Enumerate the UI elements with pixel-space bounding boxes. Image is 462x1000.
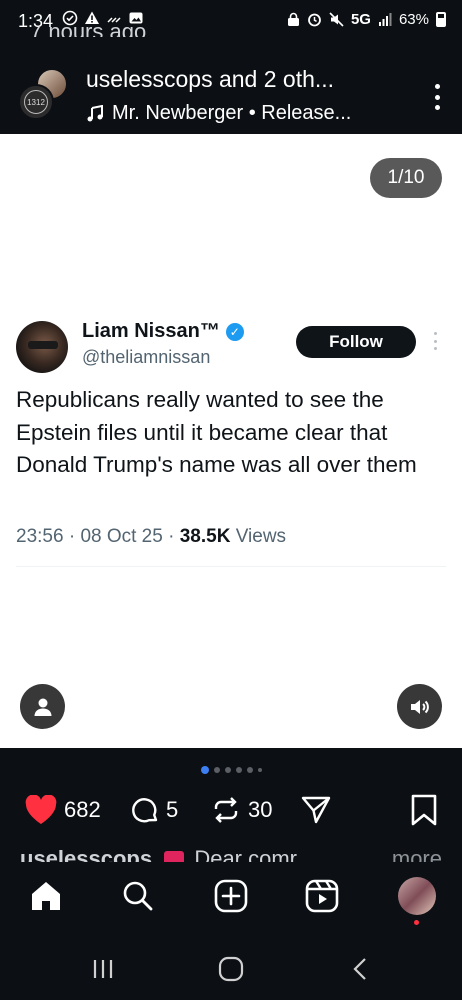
check-circle-icon xyxy=(62,10,78,26)
user-icon xyxy=(34,698,51,716)
share-button[interactable] xyxy=(300,788,332,832)
tweet-more-icon xyxy=(432,332,438,350)
carousel-dot-active xyxy=(201,766,209,774)
warning-icon xyxy=(85,11,99,24)
network-type: 5G xyxy=(350,11,371,28)
tweet-author-handle: @theliamnissan xyxy=(82,347,211,367)
post-authors[interactable]: uselesscops and 2 oth... xyxy=(86,66,334,93)
post-actions: 682 5 30 xyxy=(0,788,462,832)
collab-avatars[interactable]: 1312 xyxy=(18,68,70,120)
audio-attribution[interactable]: Mr. Newberger • Release... xyxy=(86,102,351,125)
home-pill-icon xyxy=(218,956,244,982)
recent-apps-button[interactable] xyxy=(88,954,118,984)
paper-plane-icon xyxy=(301,796,331,824)
nav-reels[interactable] xyxy=(302,876,342,916)
heart-filled-icon xyxy=(25,795,57,824)
audio-label: Mr. Newberger • Release... xyxy=(112,102,352,124)
comment-icon xyxy=(132,798,158,823)
tweet-follow-button: Follow xyxy=(296,326,416,358)
audio-toggle-button[interactable] xyxy=(397,684,442,729)
like-button[interactable]: 682 xyxy=(24,788,101,832)
gallery-icon xyxy=(129,12,143,24)
nav-profile[interactable] xyxy=(397,876,437,916)
verified-badge-icon: ✓ xyxy=(225,322,244,341)
more-options-icon[interactable] xyxy=(432,84,442,110)
home-button[interactable] xyxy=(216,954,246,984)
tweet-meta: 23:56 · 08 Oct 25 · 38.5K Views xyxy=(16,526,287,547)
carousel-counter: 1/10 xyxy=(370,158,442,198)
repost-icon xyxy=(214,797,238,823)
speaker-icon xyxy=(410,699,429,714)
repost-button[interactable]: 30 xyxy=(210,788,272,832)
tweet-divider xyxy=(16,566,446,567)
battery-icon xyxy=(436,12,446,27)
carousel-dots xyxy=(201,766,262,774)
home-filled-icon xyxy=(32,882,60,910)
clipped-post-time: 7 hours ago xyxy=(30,27,146,37)
caption-more-link[interactable]: more xyxy=(392,846,442,862)
author-avatar[interactable]: 1312 xyxy=(18,84,54,120)
mute-icon xyxy=(329,12,344,27)
tweet-author-name: Liam Nissan™ ✓ xyxy=(82,320,244,343)
tweet-text: Republicans really wanted to see the Eps… xyxy=(16,387,417,477)
comment-button[interactable]: 5 xyxy=(130,788,178,832)
status-system-icons: 5G 63% xyxy=(287,11,446,28)
signal-slash-icon xyxy=(107,17,121,23)
caption-text: Dear comr... xyxy=(194,846,315,862)
bookmark-icon xyxy=(411,794,437,826)
recent-apps-icon xyxy=(93,960,113,978)
alarm-icon xyxy=(308,13,321,27)
profile-avatar xyxy=(398,877,436,915)
carousel-dot xyxy=(225,767,231,773)
nav-home[interactable] xyxy=(26,876,66,916)
like-count: 682 xyxy=(64,797,101,822)
post-media[interactable]: 1/10 Liam Nissan™ ✓ @theliamnissan Follo… xyxy=(0,134,462,748)
plus-square-icon xyxy=(214,879,248,913)
tweet-date: 08 Oct 25 xyxy=(80,526,163,547)
search-icon xyxy=(123,881,153,911)
reels-icon xyxy=(305,879,339,913)
avatar-badge-text: 1312 xyxy=(24,90,48,114)
save-button[interactable] xyxy=(410,788,438,832)
carousel-dot xyxy=(236,767,242,773)
system-nav-bar xyxy=(0,936,462,1000)
bottom-nav xyxy=(0,862,462,936)
carousel-dot xyxy=(258,768,262,772)
tweet-time: 23:56 xyxy=(16,526,64,547)
chevron-left-icon xyxy=(353,958,366,980)
tweet-views-count: 38.5K xyxy=(179,526,231,547)
status-notification-icons xyxy=(62,10,144,26)
comment-count: 5 xyxy=(166,797,179,822)
tweet-author-avatar xyxy=(16,321,68,373)
notification-dot xyxy=(414,920,419,925)
caption-username[interactable]: uselesscops xyxy=(20,846,152,862)
nav-search[interactable] xyxy=(118,876,158,916)
post-header: 1312 uselesscops and 2 oth... Mr. Newber… xyxy=(0,40,462,134)
lock-icon xyxy=(287,12,299,26)
back-button[interactable] xyxy=(346,954,376,984)
carousel-dot xyxy=(247,767,253,773)
carousel-dot xyxy=(214,767,220,773)
nav-create[interactable] xyxy=(211,876,251,916)
music-note-icon xyxy=(87,104,103,121)
tagged-users-button[interactable] xyxy=(20,684,65,729)
post-caption[interactable]: uselesscops Dear comr... more xyxy=(20,846,442,862)
siren-emoji-icon xyxy=(164,851,185,862)
battery-percent: 63% xyxy=(398,11,429,28)
tweet-views-label: Views xyxy=(235,526,287,547)
signal-icon xyxy=(378,12,392,26)
repost-count: 30 xyxy=(248,797,273,822)
